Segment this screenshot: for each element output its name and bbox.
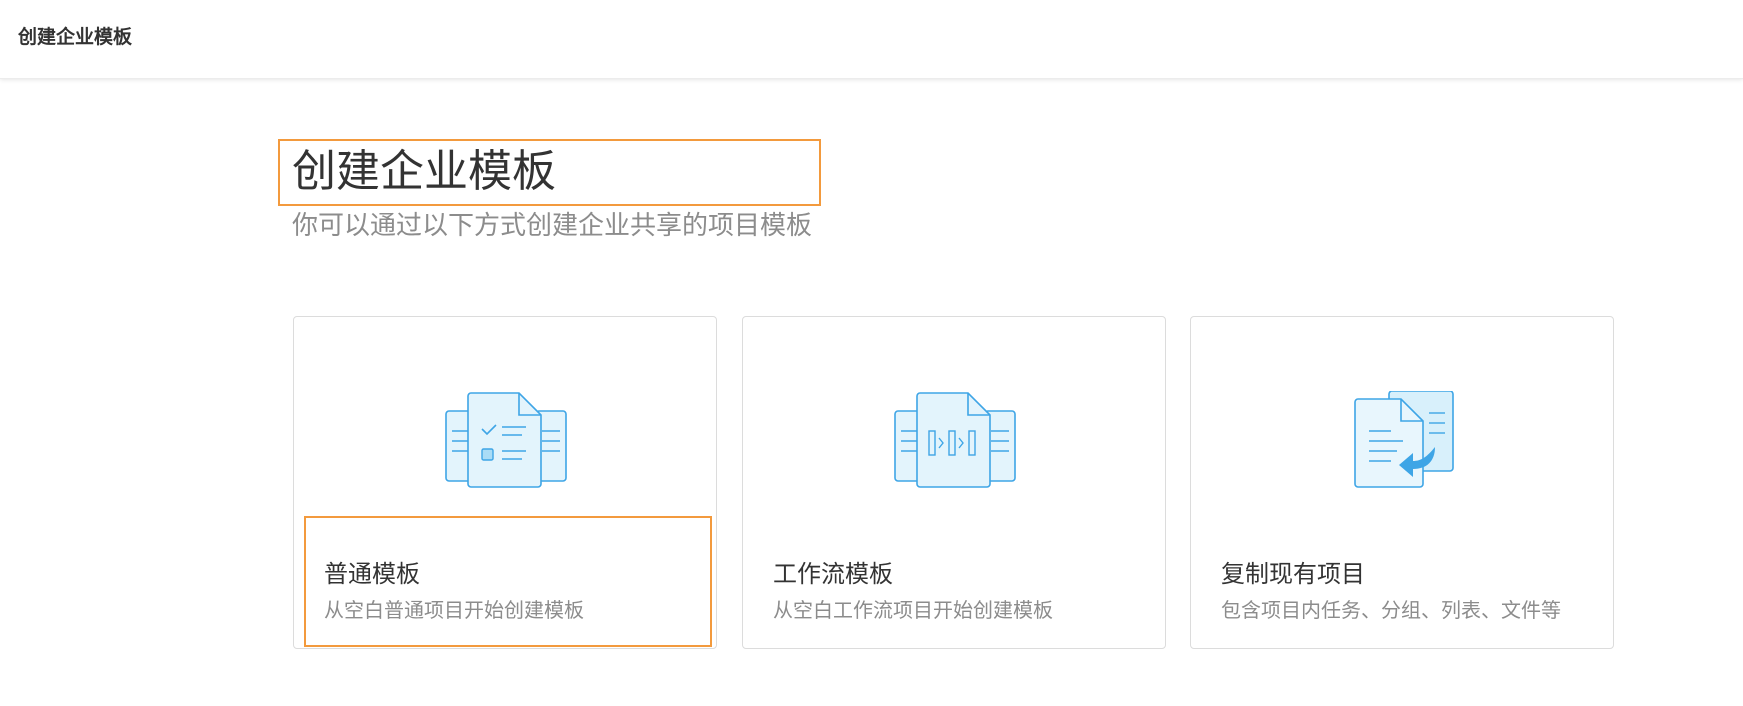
copy-document-icon — [1354, 391, 1454, 488]
card-title: 普通模板 — [324, 560, 420, 588]
card-normal-template[interactable]: 普通模板 从空白普通项目开始创建模板 — [293, 316, 717, 649]
page-title: 创建企业模板 — [292, 146, 556, 197]
card-workflow-template[interactable]: 工作流模板 从空白工作流项目开始创建模板 — [742, 316, 1166, 649]
checklist-document-icon — [445, 392, 567, 488]
top-bar-title: 创建企业模板 — [18, 26, 133, 48]
workflow-document-icon — [894, 392, 1016, 488]
card-description: 包含项目内任务、分组、列表、文件等 — [1221, 598, 1561, 622]
card-title: 工作流模板 — [773, 560, 893, 588]
page-subtitle: 你可以通过以下方式创建企业共享的项目模板 — [292, 211, 813, 241]
card-copy-project[interactable]: 复制现有项目 包含项目内任务、分组、列表、文件等 — [1190, 316, 1614, 649]
card-title: 复制现有项目 — [1221, 560, 1365, 588]
top-bar: 创建企业模板 — [0, 0, 1743, 79]
card-description: 从空白普通项目开始创建模板 — [324, 598, 584, 622]
card-description: 从空白工作流项目开始创建模板 — [773, 598, 1053, 622]
